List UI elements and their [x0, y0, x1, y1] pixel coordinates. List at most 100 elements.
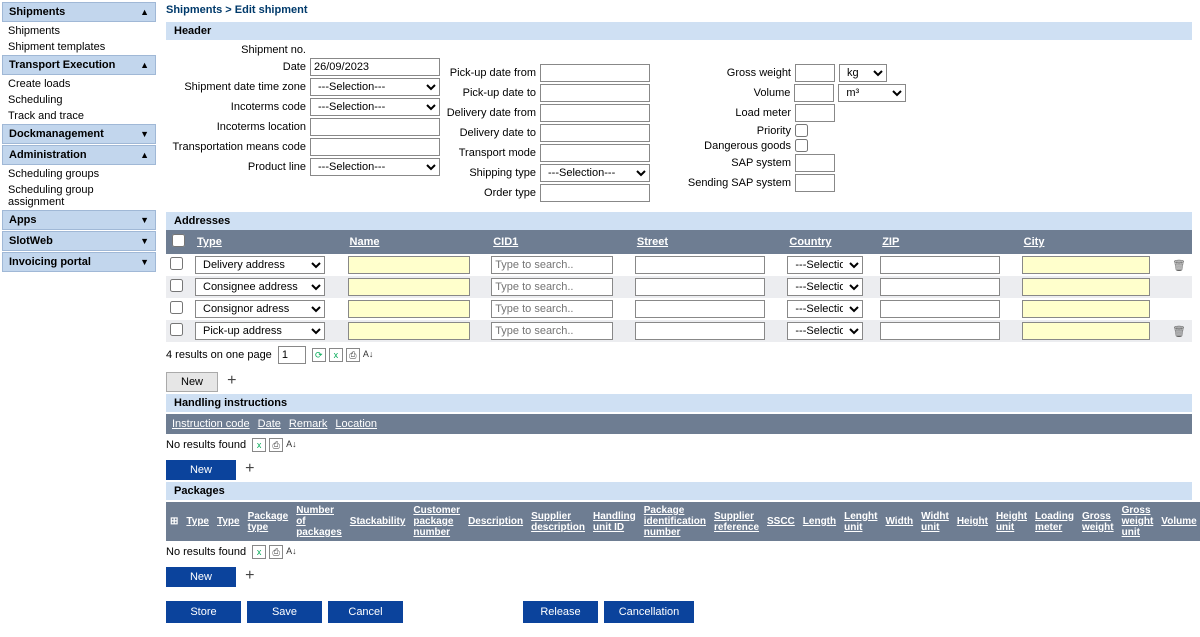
release-button[interactable]: Release: [523, 601, 598, 623]
addr-country-select[interactable]: ---Selection---: [787, 300, 863, 318]
sidebar-item-shipments[interactable]: Shipments: [2, 23, 156, 39]
addr-cid-input[interactable]: [491, 322, 613, 340]
tab-location[interactable]: Location: [335, 418, 377, 430]
pkg-col[interactable]: Customer package number: [409, 502, 464, 541]
date-input[interactable]: [310, 58, 440, 76]
pkg-col[interactable]: Type: [182, 502, 213, 541]
pkg-col[interactable]: Supplier description: [527, 502, 589, 541]
addr-zip-input[interactable]: [880, 300, 1000, 318]
addr-country-select[interactable]: ---Selection---: [787, 256, 863, 274]
pkg-col[interactable]: Supplier reference: [710, 502, 763, 541]
pkg-col[interactable]: Gross weight: [1078, 502, 1118, 541]
sidebar-item-scheduling-group-assignment[interactable]: Scheduling group assignment: [2, 182, 156, 210]
pkg-col[interactable]: Number of packages: [292, 502, 346, 541]
addr-zip-input[interactable]: [880, 322, 1000, 340]
sort-icon[interactable]: A↓: [286, 438, 297, 452]
col-name[interactable]: Name: [344, 230, 488, 254]
add-icon[interactable]: +: [239, 456, 260, 482]
addr-row-checkbox[interactable]: [170, 279, 183, 292]
add-icon[interactable]: +: [221, 368, 242, 394]
export-icon[interactable]: x: [252, 438, 266, 452]
sidebar-item-shipment-templates[interactable]: Shipment templates: [2, 39, 156, 55]
export-icon[interactable]: x: [329, 348, 343, 362]
cancel-button[interactable]: Cancel: [328, 601, 403, 623]
addr-street-input[interactable]: [635, 300, 765, 318]
addr-type-select[interactable]: Consignee address: [195, 278, 325, 296]
tab-instruction-code[interactable]: Instruction code: [172, 418, 250, 430]
sidebar-section-dockmanagement[interactable]: Dockmanagement▼: [2, 124, 156, 144]
addr-city-input[interactable]: [1022, 300, 1150, 318]
addr-new-button[interactable]: New: [166, 372, 218, 392]
addr-country-select[interactable]: ---Selection---: [787, 278, 863, 296]
addr-type-select[interactable]: Consignor adress: [195, 300, 325, 318]
sidebar-section-apps[interactable]: Apps▼: [2, 210, 156, 230]
sap-input[interactable]: [795, 154, 835, 172]
pkg-col[interactable]: Type: [213, 502, 244, 541]
page-input[interactable]: [278, 346, 306, 364]
pkg-col[interactable]: Width: [881, 502, 917, 541]
sidebar-item-scheduling-groups[interactable]: Scheduling groups: [2, 166, 156, 182]
sidebar-item-create-loads[interactable]: Create loads: [2, 76, 156, 92]
order-type-input[interactable]: [540, 184, 650, 202]
pkg-col[interactable]: Package identification number: [640, 502, 710, 541]
sidebar-section-invoicing-portal[interactable]: Invoicing portal▼: [2, 252, 156, 272]
dangerous-checkbox[interactable]: [795, 139, 808, 152]
gross-weight-input[interactable]: [795, 64, 835, 82]
incoterms-loc-input[interactable]: [310, 118, 440, 136]
delivery-from-input[interactable]: [540, 104, 650, 122]
addr-cid-input[interactable]: [491, 256, 613, 274]
print-icon[interactable]: ⎙: [269, 545, 283, 559]
addr-row-checkbox[interactable]: [170, 301, 183, 314]
addr-street-input[interactable]: [635, 322, 765, 340]
pkg-col[interactable]: Gross weight unit: [1118, 502, 1158, 541]
pkg-col[interactable]: Height: [953, 502, 992, 541]
pkg-col[interactable]: Stackability: [346, 502, 410, 541]
pkg-col[interactable]: Volume: [1157, 502, 1200, 541]
transport-mode-input[interactable]: [540, 144, 650, 162]
addr-row-checkbox[interactable]: [170, 257, 183, 270]
sd-tz-select[interactable]: ---Selection---: [310, 78, 440, 96]
pkg-col[interactable]: Length: [799, 502, 840, 541]
pkg-col[interactable]: Loading meter: [1031, 502, 1078, 541]
addr-street-input[interactable]: [635, 256, 765, 274]
pickup-to-input[interactable]: [540, 84, 650, 102]
export-icon[interactable]: x: [252, 545, 266, 559]
col-country[interactable]: Country: [783, 230, 876, 254]
refresh-icon[interactable]: ⟳: [312, 348, 326, 362]
pkg-col[interactable]: Height unit: [992, 502, 1031, 541]
addr-select-all[interactable]: [172, 234, 185, 247]
cancellation-button[interactable]: Cancellation: [604, 601, 694, 623]
sidebar-item-scheduling[interactable]: Scheduling: [2, 92, 156, 108]
delivery-to-input[interactable]: [540, 124, 650, 142]
addr-type-select[interactable]: Delivery address: [195, 256, 325, 274]
sidebar-section-transport-execution[interactable]: Transport Execution▲: [2, 55, 156, 75]
col-type[interactable]: Type: [191, 230, 344, 254]
sidebar-section-slotweb[interactable]: SlotWeb▼: [2, 231, 156, 251]
col-cid1[interactable]: CID1: [487, 230, 631, 254]
priority-checkbox[interactable]: [795, 124, 808, 137]
pickup-from-input[interactable]: [540, 64, 650, 82]
addr-country-select[interactable]: ---Selection---: [787, 322, 863, 340]
trash-icon[interactable]: 🗑: [1172, 326, 1186, 338]
addr-cid-input[interactable]: [491, 300, 613, 318]
addr-name-input[interactable]: [348, 300, 470, 318]
print-icon[interactable]: ⎙: [346, 348, 360, 362]
addr-zip-input[interactable]: [880, 256, 1000, 274]
sending-sap-input[interactable]: [795, 174, 835, 192]
add-icon[interactable]: +: [239, 563, 260, 589]
packages-new-button[interactable]: New: [166, 567, 236, 587]
product-line-select[interactable]: ---Selection---: [310, 158, 440, 176]
tmc-input[interactable]: [310, 138, 440, 156]
sort-icon[interactable]: A↓: [363, 348, 374, 362]
sidebar-section-shipments[interactable]: Shipments▲: [2, 2, 156, 22]
volume-input[interactable]: [794, 84, 834, 102]
trash-icon[interactable]: 🗑: [1172, 260, 1186, 272]
gross-weight-unit-select[interactable]: kg: [839, 64, 887, 82]
addr-city-input[interactable]: [1022, 322, 1150, 340]
save-button[interactable]: Save: [247, 601, 322, 623]
addr-city-input[interactable]: [1022, 256, 1150, 274]
tab-remark[interactable]: Remark: [289, 418, 328, 430]
store-button[interactable]: Store: [166, 601, 241, 623]
sort-icon[interactable]: A↓: [286, 545, 297, 559]
load-meter-input[interactable]: [795, 104, 835, 122]
